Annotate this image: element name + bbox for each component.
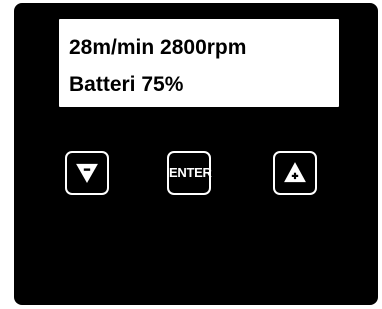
battery-readout: Batteri 75% (69, 73, 184, 96)
control-panel: 28m/min 2800rpm Batteri 75% ENTER (14, 3, 378, 305)
up-triangle-plus-icon (284, 162, 306, 183)
down-button[interactable] (65, 151, 109, 195)
enter-button-label: ENTER (169, 165, 212, 180)
down-triangle-minus-icon (76, 163, 98, 183)
enter-button[interactable]: ENTER (167, 151, 212, 195)
speed-rpm-readout: 28m/min 2800rpm (69, 36, 247, 59)
lcd-display: 28m/min 2800rpm Batteri 75% (59, 19, 339, 107)
up-button[interactable] (273, 151, 317, 195)
